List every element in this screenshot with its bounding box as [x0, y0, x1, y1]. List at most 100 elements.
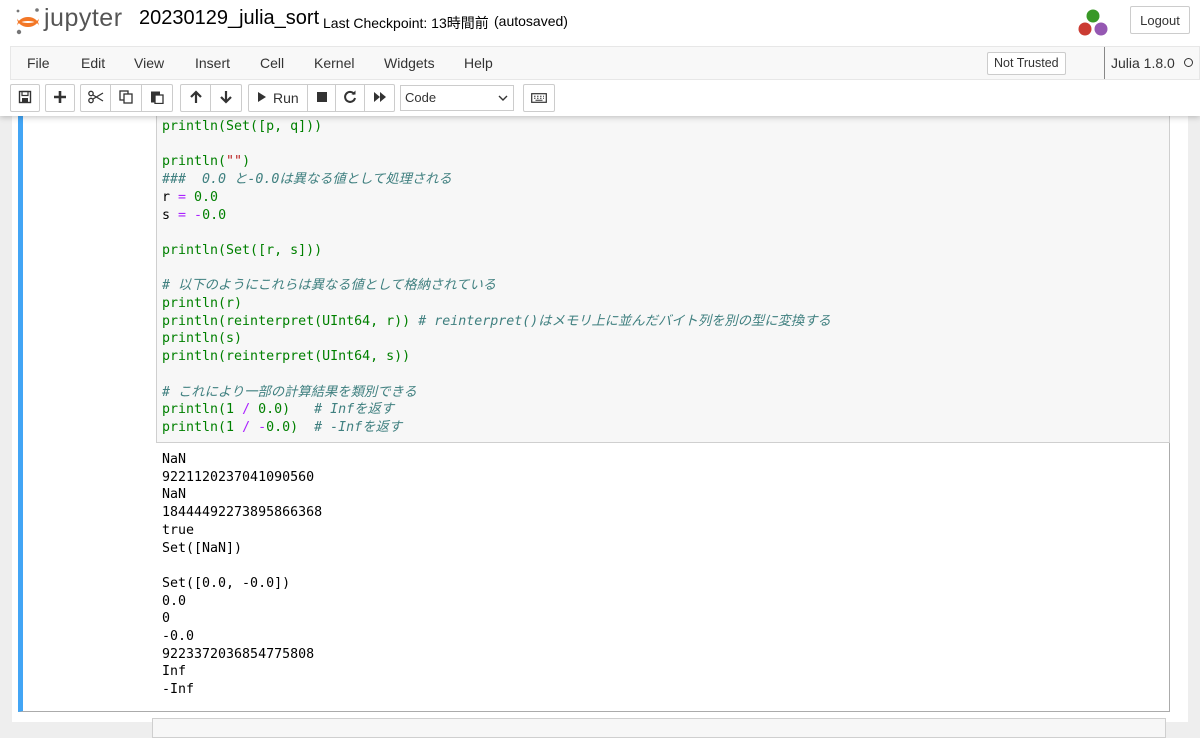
menu-file[interactable]: File: [27, 47, 50, 79]
output-line: 0.0: [162, 593, 187, 609]
code-line: println(r): [162, 295, 242, 313]
output-line: 0: [162, 611, 171, 627]
command-palette-button[interactable]: [523, 84, 555, 112]
keyboard-icon: [531, 90, 547, 106]
code-token: /: [242, 402, 251, 418]
code-token: 0.0): [266, 419, 315, 435]
code-line: println(1 / -0.0) # -Infを返す: [162, 419, 402, 437]
move-up-button[interactable]: [180, 84, 211, 112]
kernel-idle-icon: [1184, 58, 1193, 67]
code-line: println(1 / 0.0) # Infを返す: [162, 401, 394, 419]
code-token: ): [242, 154, 251, 170]
output-line: -Inf: [162, 682, 195, 698]
next-code-cell[interactable]: [152, 718, 1166, 738]
copy-button[interactable]: [111, 84, 142, 112]
code-token: # reinterpret()はメモリ上に並んだバイト列を別の型に変換する: [418, 313, 831, 329]
output-line: Set([NaN]): [162, 540, 243, 556]
output-line: NaN: [162, 487, 187, 503]
menu-help[interactable]: Help: [464, 47, 493, 79]
jupyter-logo-icon[interactable]: [14, 5, 42, 41]
code-token: println(reinterpret(UInt64, r)): [162, 313, 419, 329]
save-button[interactable]: [10, 84, 40, 112]
menu-view[interactable]: View: [134, 47, 164, 79]
logout-button[interactable]: Logout: [1130, 6, 1190, 34]
code-token: println(Set([r, s])): [162, 242, 323, 258]
not-trusted-button[interactable]: Not Trusted: [987, 52, 1066, 75]
cell-type-select[interactable]: Code: [400, 85, 514, 111]
move-down-button[interactable]: [211, 84, 242, 112]
checkpoint-status: Last Checkpoint: 13時間前: [323, 15, 489, 31]
code-token: # 以下のようにこれらは異なる値として格納されている: [162, 278, 497, 294]
code-line: println(reinterpret(UInt64, s)): [162, 348, 410, 366]
code-line: println(""): [162, 153, 250, 171]
code-token: println(1: [162, 419, 243, 435]
code-token: 0.0: [186, 189, 219, 205]
paste-button[interactable]: [142, 84, 173, 112]
paste-icon: [150, 90, 164, 107]
menu-cell[interactable]: Cell: [260, 47, 284, 79]
cut-button[interactable]: [80, 84, 111, 112]
stop-icon: [316, 90, 328, 106]
code-line: println(Set([r, s])): [162, 242, 322, 260]
code-token: =: [178, 207, 187, 223]
interrupt-button[interactable]: [308, 84, 336, 112]
code-token: /: [242, 419, 251, 435]
code-token: 0.0: [202, 207, 227, 223]
julia-logo-icon: [1077, 8, 1109, 42]
code-line: # これにより一部の計算結果を類別できる: [162, 384, 417, 402]
notebook-container: println(Set([p, q])) println("") ### 0.0 と…: [12, 116, 1188, 738]
code-token: println(1: [162, 402, 243, 418]
cell-type-value: Code: [405, 90, 437, 105]
fast-forward-icon: [373, 90, 387, 106]
code-token: r: [162, 189, 179, 205]
scissors-icon: [87, 90, 104, 107]
code-token: -: [258, 419, 267, 435]
output-line: -0.0: [162, 629, 195, 644]
code-token: println(Set([p, q])): [162, 119, 323, 134]
code-token: s: [162, 207, 179, 223]
toolbar: Run Code: [0, 84, 1200, 114]
code-token: -: [194, 207, 203, 223]
output-line: 9223372036854775808: [162, 646, 315, 662]
output-line: NaN: [162, 452, 187, 467]
code-line: s = -0.0: [162, 207, 226, 225]
code-token: "": [226, 154, 243, 170]
code-token: # Infを返す: [314, 402, 395, 418]
output-line: Inf: [162, 664, 187, 680]
output-line: 18444492273895866368: [162, 505, 323, 521]
copy-icon: [119, 89, 133, 107]
code-token: ### 0.0 と-0.0は異なる値として処理される: [162, 172, 452, 188]
restart-button[interactable]: [336, 84, 365, 112]
run-button[interactable]: Run: [248, 84, 308, 112]
output-line: Set([0.0, -0.0]): [162, 575, 291, 591]
menu-kernel[interactable]: Kernel: [314, 47, 354, 79]
code-line: r = 0.0: [162, 189, 218, 207]
code-line: # 以下のようにこれらは異なる値として格納されている: [162, 277, 496, 295]
notebook-name[interactable]: 20230129_julia_sort: [139, 7, 319, 30]
code-token: # -Infを返す: [314, 419, 403, 435]
play-icon: [257, 90, 267, 106]
code-input[interactable]: println(Set([p, q])) println("") ### 0.0 と…: [156, 116, 1170, 443]
code-cell[interactable]: println(Set([p, q])) println("") ### 0.0 と…: [18, 116, 1170, 712]
code-token: println(s): [162, 331, 243, 347]
menubar: File Edit View Insert Cell Kernel Widget…: [10, 46, 1200, 80]
menu-insert[interactable]: Insert: [195, 47, 230, 79]
header: jupyter 20230129_julia_sort Last Checkpo…: [0, 0, 1200, 116]
code-line: println(reinterpret(UInt64, r)) # reinte…: [162, 313, 831, 331]
code-token: =: [178, 189, 187, 205]
code-token: # これにより一部の計算結果を類別できる: [162, 384, 417, 400]
jupyter-logo-text[interactable]: jupyter: [44, 4, 123, 33]
menu-widgets[interactable]: Widgets: [384, 47, 435, 79]
autosave-status: (autosaved): [494, 13, 568, 29]
kernel-name: Julia 1.8.0: [1104, 47, 1175, 79]
menu-edit[interactable]: Edit: [81, 47, 105, 79]
arrow-down-icon: [219, 90, 233, 107]
code-line: println(Set([p, q])): [162, 118, 322, 136]
restart-run-all-button[interactable]: [365, 84, 395, 112]
insert-cell-button[interactable]: [45, 84, 75, 112]
code-token: println(r): [162, 296, 243, 311]
code-token: println(: [162, 154, 227, 170]
code-token: println(reinterpret(UInt64, s)): [162, 349, 411, 365]
